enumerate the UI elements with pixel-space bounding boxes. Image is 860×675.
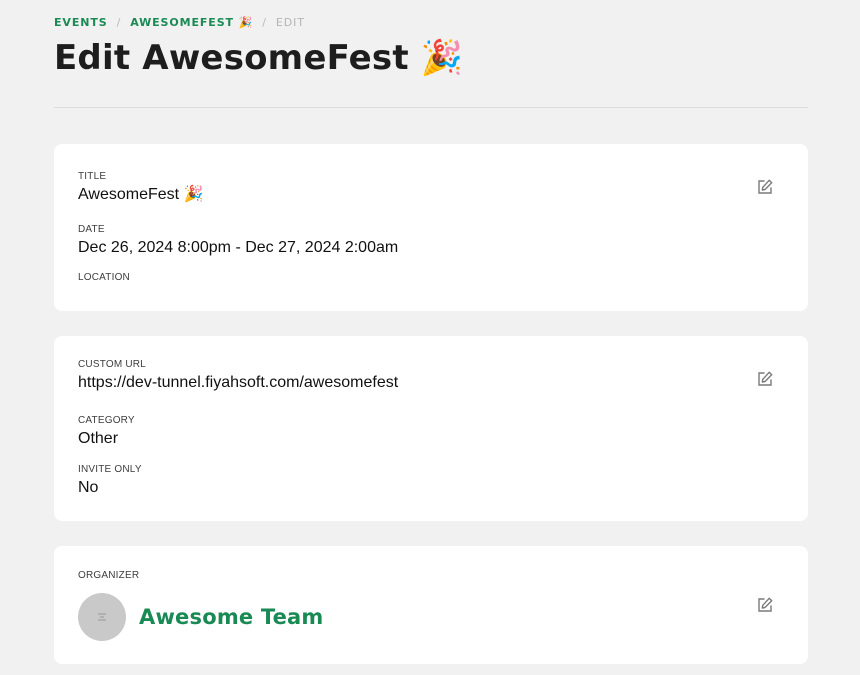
date-value: Dec 26, 2024 8:00pm - Dec 27, 2024 2:00a… — [78, 239, 399, 256]
avatar-placeholder-icon — [98, 613, 106, 621]
breadcrumb: Events / AwesomeFest 🎉 / Edit — [54, 16, 305, 29]
invite-only-label: Invite only — [78, 464, 142, 475]
custom-url-label: Custom URL — [78, 359, 146, 370]
avatar — [78, 593, 126, 641]
edit-event-page: Events / AwesomeFest 🎉 / Edit Edit Aweso… — [0, 0, 860, 675]
event-settings-card: Custom URL https://dev-tunnel.fiyahsoft.… — [54, 336, 808, 521]
organizer-field: Organizer — [78, 570, 139, 582]
title-value: AwesomeFest 🎉 — [78, 186, 204, 203]
organizer-row: Awesome Team — [78, 593, 324, 641]
date-label: Date — [78, 224, 105, 235]
edit-icon — [758, 179, 773, 194]
page-title: Edit AwesomeFest 🎉 — [54, 38, 464, 78]
category-value: Other — [78, 430, 119, 447]
edit-icon — [758, 597, 773, 612]
breadcrumb-current: Edit — [275, 16, 305, 29]
event-details-card: Title AwesomeFest 🎉 Date Dec 26, 2024 8:… — [54, 144, 808, 311]
breadcrumb-events-link[interactable]: Events — [54, 16, 108, 29]
custom-url-value: https://dev-tunnel.fiyahsoft.com/awesome… — [78, 374, 399, 391]
organizer-label: Organizer — [78, 570, 140, 581]
category-field: Category Other — [78, 415, 135, 449]
location-field: Location — [78, 272, 130, 286]
edit-details-button[interactable] — [756, 178, 774, 196]
breadcrumb-separator: / — [262, 16, 267, 29]
date-field: Date Dec 26, 2024 8:00pm - Dec 27, 2024 … — [78, 224, 398, 258]
location-label: Location — [78, 272, 130, 283]
invite-only-value: No — [78, 479, 99, 496]
breadcrumb-event-link[interactable]: AwesomeFest 🎉 — [130, 16, 253, 29]
title-field: Title AwesomeFest 🎉 — [78, 171, 203, 205]
edit-organizer-button[interactable] — [756, 596, 774, 614]
header-divider — [54, 107, 808, 108]
breadcrumb-separator: / — [116, 16, 122, 29]
edit-icon — [758, 371, 773, 386]
organizer-name-link[interactable]: Awesome Team — [139, 605, 324, 629]
category-label: Category — [78, 415, 135, 426]
title-label: Title — [78, 171, 107, 182]
custom-url-field: Custom URL https://dev-tunnel.fiyahsoft.… — [78, 359, 398, 393]
invite-only-field: Invite only No — [78, 464, 142, 498]
organizer-card: Organizer Awesome Team — [54, 546, 808, 664]
edit-settings-button[interactable] — [756, 370, 774, 388]
